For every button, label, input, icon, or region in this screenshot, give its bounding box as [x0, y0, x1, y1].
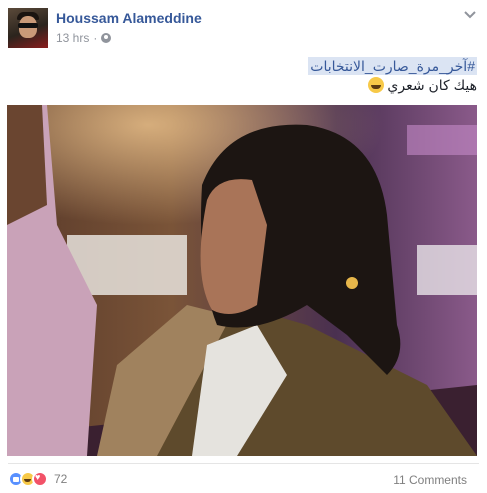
author-name-link[interactable]: Houssam Alameddine [56, 10, 202, 26]
post-text: #آخر_مرة_صارت_الانتخابات هيك كان شعري [37, 57, 477, 95]
footer-divider [8, 463, 479, 464]
post-photo[interactable] [7, 105, 477, 456]
meta-separator: · [93, 31, 98, 45]
comments-count-link[interactable]: 11 Comments [393, 473, 467, 487]
facebook-post: Houssam Alameddine 13 hrs · #آخر_مرة_صار… [0, 0, 487, 493]
photo-illustration [7, 105, 477, 456]
reaction-count[interactable]: 72 [54, 472, 67, 486]
avatar-glasses [18, 23, 38, 28]
globe-icon[interactable] [101, 33, 112, 43]
post-caption: هيك كان شعري [387, 77, 477, 93]
love-icon [32, 471, 48, 487]
chevron-down-icon[interactable] [463, 8, 477, 22]
post-meta: 13 hrs · [56, 31, 112, 45]
post-timestamp[interactable]: 13 hrs [56, 31, 89, 45]
hashtag-link[interactable]: #آخر_مرة_صارت_الانتخابات [308, 57, 477, 75]
reactions-summary[interactable]: 72 [8, 471, 67, 487]
author-avatar[interactable] [8, 8, 48, 48]
laughing-emoji-icon [367, 77, 384, 93]
